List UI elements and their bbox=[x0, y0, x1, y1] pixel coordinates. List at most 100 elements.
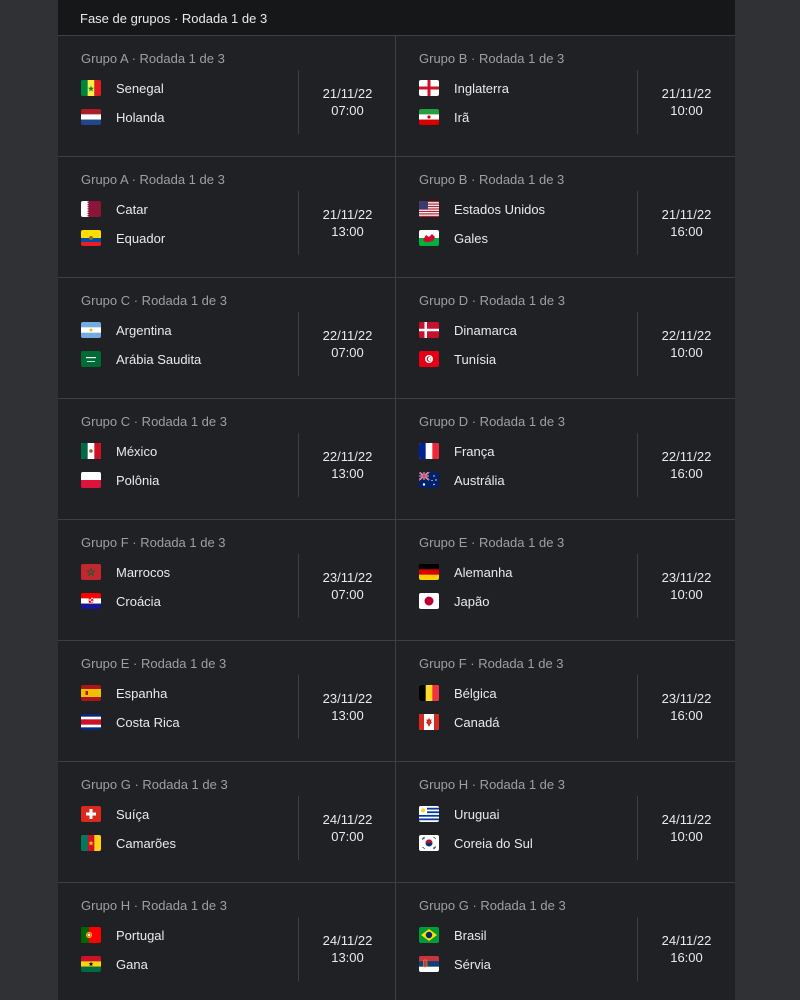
team-name: Polônia bbox=[116, 472, 160, 488]
match-time: 13:00 bbox=[331, 950, 364, 965]
team-name: Marrocos bbox=[116, 564, 171, 580]
team-name: Suíça bbox=[116, 806, 150, 822]
home-team: Catar bbox=[81, 199, 148, 219]
group-round-label: Grupo A · Rodada 1 de 3 bbox=[81, 51, 225, 66]
team-name: Espanha bbox=[116, 685, 168, 701]
team-name: Tunísia bbox=[454, 351, 497, 367]
match-card[interactable]: Grupo H · Rodada 1 de 3 Uruguai Coreia do … bbox=[396, 762, 735, 883]
group-round-label: Grupo H · Rodada 1 de 3 bbox=[81, 898, 227, 913]
away-team: Camarões bbox=[81, 833, 176, 853]
match-datetime: 22/11/22 16:00 bbox=[638, 448, 735, 482]
match-datetime: 21/11/22 16:00 bbox=[638, 206, 735, 240]
team-name: Costa Rica bbox=[116, 714, 180, 730]
qatar-flag-icon bbox=[81, 201, 101, 217]
match-time: 10:00 bbox=[670, 345, 703, 360]
team-name: Dinamarca bbox=[454, 322, 517, 338]
match-card[interactable]: Grupo D · Rodada 1 de 3 Dinamarca Tunísia 2… bbox=[396, 278, 735, 399]
away-team: Croácia bbox=[81, 591, 161, 611]
home-team: Marrocos bbox=[81, 562, 170, 582]
group-round-label: Grupo B · Rodada 1 de 3 bbox=[419, 172, 565, 187]
usa-flag-icon bbox=[419, 201, 439, 217]
match-card[interactable]: Grupo C · Rodada 1 de 3 Argentina Arábia S… bbox=[58, 278, 396, 399]
japan-flag-icon bbox=[419, 593, 439, 609]
match-card[interactable]: Grupo A · Rodada 1 de 3 Catar Equador 21/11… bbox=[58, 157, 396, 278]
match-datetime: 23/11/22 16:00 bbox=[638, 690, 735, 724]
ghana-flag-icon bbox=[81, 956, 101, 972]
match-date: 24/11/22 bbox=[322, 933, 373, 948]
home-team: Estados Unidos bbox=[419, 199, 545, 219]
away-team: Arábia Saudita bbox=[81, 349, 201, 369]
cameroon-flag-icon bbox=[81, 835, 101, 851]
tunisia-flag-icon bbox=[419, 351, 439, 367]
argentina-flag-icon bbox=[81, 322, 101, 338]
match-card[interactable]: Grupo E · Rodada 1 de 3 Espanha Costa Rica… bbox=[58, 641, 396, 762]
home-team: Dinamarca bbox=[419, 320, 517, 340]
poland-flag-icon bbox=[81, 472, 101, 488]
group-round-label: Grupo A · Rodada 1 de 3 bbox=[81, 172, 225, 187]
team-name: Holanda bbox=[116, 109, 165, 125]
team-name: México bbox=[116, 443, 158, 459]
match-datetime: 23/11/22 10:00 bbox=[638, 569, 735, 603]
mexico-flag-icon bbox=[81, 443, 101, 459]
home-team: Suíça bbox=[81, 804, 149, 824]
group-round-label: Grupo H · Rodada 1 de 3 bbox=[419, 777, 565, 792]
match-time: 07:00 bbox=[331, 345, 364, 360]
netherlands-flag-icon bbox=[81, 109, 101, 125]
match-datetime: 21/11/22 07:00 bbox=[299, 85, 396, 119]
match-time: 16:00 bbox=[670, 466, 703, 481]
home-team: Inglaterra bbox=[419, 78, 509, 98]
match-card[interactable]: Grupo G · Rodada 1 de 3 Brasil Sérvia 24/11… bbox=[396, 883, 735, 1000]
wales-flag-icon bbox=[419, 230, 439, 246]
match-card[interactable]: Grupo B · Rodada 1 de 3 Estados Unidos Gal… bbox=[396, 157, 735, 278]
match-card[interactable]: Grupo E · Rodada 1 de 3 Alemanha Japão 23/1… bbox=[396, 520, 735, 641]
uruguay-flag-icon bbox=[419, 806, 439, 822]
match-date: 21/11/22 bbox=[322, 86, 373, 101]
group-round-label: Grupo G · Rodada 1 de 3 bbox=[419, 898, 566, 913]
team-name: Coreia do Sul bbox=[454, 835, 533, 851]
match-time: 13:00 bbox=[331, 224, 364, 239]
australia-flag-icon bbox=[419, 472, 439, 488]
match-card[interactable]: Grupo H · Rodada 1 de 3 Portugal Gana 24/11… bbox=[58, 883, 396, 1000]
team-name: Estados Unidos bbox=[454, 201, 546, 217]
match-card[interactable]: Grupo C · Rodada 1 de 3 México Polônia 22/1… bbox=[58, 399, 396, 520]
match-card[interactable]: Grupo D · Rodada 1 de 3 França Austrália 22… bbox=[396, 399, 735, 520]
belgium-flag-icon bbox=[419, 685, 439, 701]
france-flag-icon bbox=[419, 443, 439, 459]
iran-flag-icon bbox=[419, 109, 439, 125]
match-date: 21/11/22 bbox=[322, 207, 373, 222]
team-name: Gales bbox=[454, 230, 488, 246]
ecuador-flag-icon bbox=[81, 230, 101, 246]
match-schedule-panel: Fase de grupos · Rodada 1 de 3 Grupo A ·… bbox=[58, 0, 735, 1000]
costa-rica-flag-icon bbox=[81, 714, 101, 730]
away-team: Costa Rica bbox=[81, 712, 180, 732]
match-datetime: 24/11/22 16:00 bbox=[638, 932, 735, 966]
away-team: Gana bbox=[81, 954, 148, 974]
match-time: 10:00 bbox=[670, 103, 703, 118]
team-name: Catar bbox=[116, 201, 148, 217]
match-grid: Grupo A · Rodada 1 de 3 Senegal Holanda 21/… bbox=[58, 36, 735, 1000]
group-round-label: Grupo D · Rodada 1 de 3 bbox=[419, 414, 565, 429]
group-round-label: Grupo G · Rodada 1 de 3 bbox=[81, 777, 228, 792]
home-team: França bbox=[419, 441, 494, 461]
team-name: Uruguai bbox=[454, 806, 500, 822]
team-name: Senegal bbox=[116, 80, 164, 96]
match-card[interactable]: Grupo B · Rodada 1 de 3 Inglaterra Irã 21/1… bbox=[396, 36, 735, 157]
match-card[interactable]: Grupo A · Rodada 1 de 3 Senegal Holanda 21/… bbox=[58, 36, 396, 157]
away-team: Gales bbox=[419, 228, 488, 248]
home-team: Bélgica bbox=[419, 683, 497, 703]
team-name: Sérvia bbox=[454, 956, 491, 972]
match-card[interactable]: Grupo F · Rodada 1 de 3 Bélgica Canadá 23/1… bbox=[396, 641, 735, 762]
match-date: 23/11/22 bbox=[661, 691, 712, 706]
away-team: Equador bbox=[81, 228, 165, 248]
match-time: 10:00 bbox=[670, 587, 703, 602]
away-team: Canadá bbox=[419, 712, 500, 732]
spain-flag-icon bbox=[81, 685, 101, 701]
home-team: Alemanha bbox=[419, 562, 513, 582]
away-team: Coreia do Sul bbox=[419, 833, 533, 853]
home-team: Espanha bbox=[81, 683, 167, 703]
match-datetime: 21/11/22 10:00 bbox=[638, 85, 735, 119]
match-card[interactable]: Grupo F · Rodada 1 de 3 Marrocos Croácia 23… bbox=[58, 520, 396, 641]
team-name: Gana bbox=[116, 956, 148, 972]
match-card[interactable]: Grupo G · Rodada 1 de 3 Suíça Camarões 24/1… bbox=[58, 762, 396, 883]
group-round-label: Grupo E · Rodada 1 de 3 bbox=[81, 656, 227, 671]
